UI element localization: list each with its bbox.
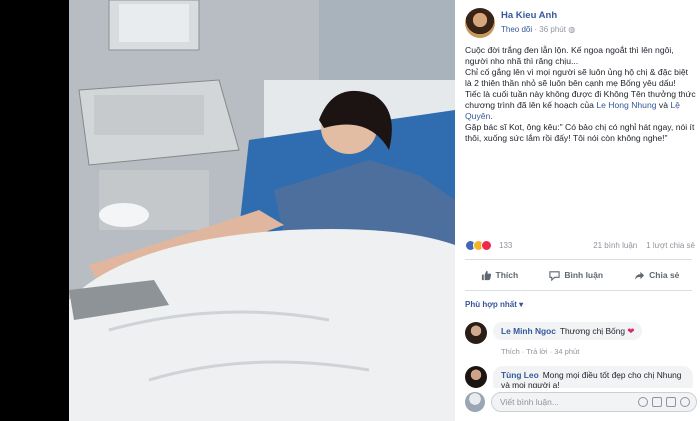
hospital-scene-image bbox=[69, 0, 455, 421]
love-reaction-icon bbox=[481, 240, 492, 251]
post-text: Cuộc đời trắng đen lẫn lộn. Kế ngoa ngoắ… bbox=[465, 45, 697, 144]
mention-le-hong-nhung[interactable]: Le Hong Nhung bbox=[596, 100, 656, 110]
comment-count[interactable]: 21 bình luận bbox=[593, 241, 637, 250]
mention-and: và bbox=[658, 100, 668, 110]
sticker-icon[interactable] bbox=[680, 397, 690, 407]
gif-icon[interactable] bbox=[666, 397, 676, 407]
comment-label: Bình luận bbox=[564, 270, 604, 280]
commenter-name[interactable]: Tùng Leo bbox=[501, 370, 539, 380]
comment-item: Tùng Leo Mong mọi điều tốt đẹp cho chị Nh… bbox=[465, 366, 697, 388]
write-comment-input[interactable]: Viết bình luận... bbox=[491, 392, 697, 412]
like-button[interactable]: Thích bbox=[481, 270, 519, 281]
stats-separator bbox=[639, 241, 643, 250]
divider-bottom bbox=[465, 290, 692, 291]
comment-bubble: Tùng Leo Mong mọi điều tốt đẹp cho chị Nh… bbox=[493, 366, 693, 388]
post-line-4: Gặp bác sĩ Kot, ông kêu:" Có bảo chị có … bbox=[465, 122, 695, 143]
follow-link[interactable]: Theo dõi bbox=[501, 25, 532, 34]
emoji-icon[interactable] bbox=[638, 397, 648, 407]
write-comment-placeholder: Viết bình luận... bbox=[500, 397, 559, 407]
post-stats: 133 21 bình luận 1 lượt chia sẻ bbox=[465, 240, 695, 254]
comment-share-counts: 21 bình luận 1 lượt chia sẻ bbox=[593, 241, 695, 250]
left-black-margin bbox=[0, 0, 69, 421]
reaction-count[interactable]: 133 bbox=[499, 241, 512, 250]
comment-button[interactable]: Bình luận bbox=[549, 270, 603, 281]
comment-text: Mong mọi điều tốt đẹp cho chị bbox=[542, 370, 655, 380]
current-user-avatar bbox=[465, 392, 485, 412]
comment-bubble: Le Minh Ngoc Thương chị Bống ❤ bbox=[493, 322, 643, 340]
post-line-3: Tiếc là cuối tuần này không được đi Khôn… bbox=[465, 89, 696, 121]
comment-bubble-icon bbox=[549, 270, 560, 281]
like-label: Thích bbox=[495, 270, 519, 280]
action-bar: Thích Bình luận Chia sẻ bbox=[465, 264, 695, 286]
share-arrow-icon bbox=[635, 271, 645, 280]
share-label: Chia sẻ bbox=[649, 270, 680, 280]
heart-icon: ❤ bbox=[627, 326, 635, 336]
divider-top bbox=[465, 259, 692, 260]
comment-item: Le Minh Ngoc Thương chị Bống ❤ Thích · Tr… bbox=[465, 322, 697, 358]
post-header: Ha Kieu Anh Theo dõi · 36 phút ◍ bbox=[465, 8, 700, 42]
comment-text: Thương chị Bống bbox=[559, 326, 626, 336]
post-line-1: Cuộc đời trắng đen lẫn lộn. Kế ngoa ngoắ… bbox=[465, 45, 674, 66]
thumbs-up-icon bbox=[481, 270, 491, 280]
commenter-avatar[interactable] bbox=[465, 322, 487, 344]
globe-icon: ◍ bbox=[568, 25, 576, 34]
comment-attach-icons bbox=[638, 397, 690, 407]
commenter-avatar[interactable] bbox=[465, 366, 487, 388]
post-photo[interactable] bbox=[69, 0, 455, 421]
post-side-panel: Ha Kieu Anh Theo dõi · 36 phút ◍ Cuộc đờ… bbox=[455, 0, 700, 421]
author-name[interactable]: Ha Kieu Anh bbox=[501, 10, 557, 21]
author-avatar[interactable] bbox=[465, 8, 495, 38]
comment-meta[interactable]: Thích · Trả lời · 34 phút bbox=[501, 347, 579, 356]
reaction-icons[interactable] bbox=[465, 240, 492, 252]
post-line-2: Chỉ cố gắng lên vì mọi người sẽ luôn ủng… bbox=[465, 67, 689, 88]
share-count[interactable]: 1 lượt chia sẻ bbox=[646, 241, 695, 250]
camera-icon[interactable] bbox=[652, 397, 662, 407]
commenter-name[interactable]: Le Minh Ngoc bbox=[501, 326, 556, 336]
share-button[interactable]: Chia sẻ bbox=[634, 270, 679, 281]
post-meta: Theo dõi · 36 phút ◍ bbox=[501, 25, 575, 34]
comment-sort-dropdown[interactable]: Phù hợp nhất ▾ bbox=[465, 300, 523, 309]
write-comment-row: Viết bình luận... bbox=[465, 392, 697, 414]
post-time[interactable]: 36 phút bbox=[539, 25, 566, 34]
